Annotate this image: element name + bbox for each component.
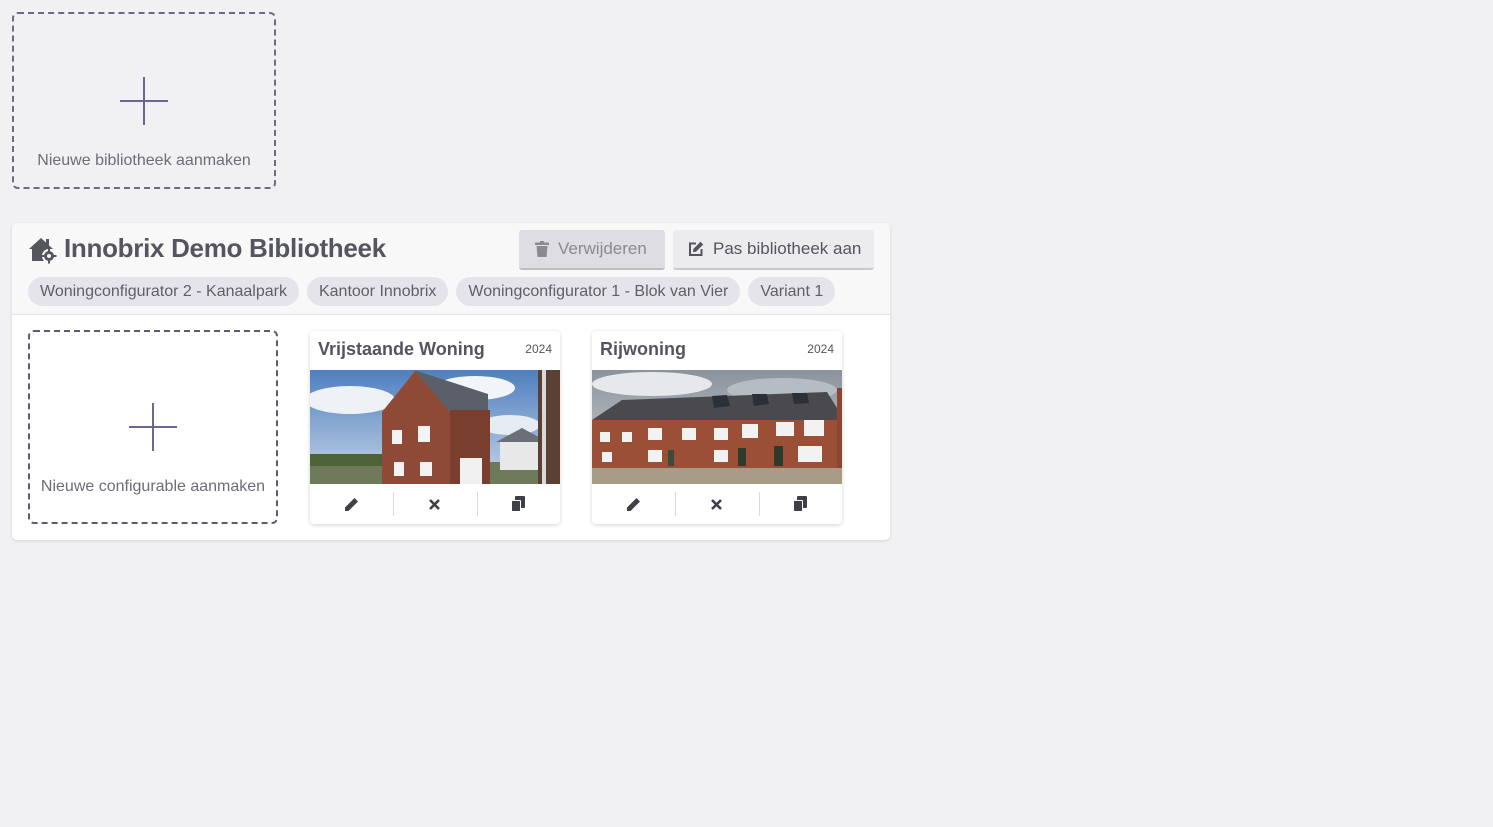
pencil-icon: [627, 497, 641, 511]
tag-item[interactable]: Woningconfigurator 2 - Kanaalpark: [28, 277, 299, 306]
delete-library-button[interactable]: Verwijderen: [519, 230, 665, 270]
edit-library-button[interactable]: Pas bibliotheek aan: [673, 230, 874, 270]
card-title[interactable]: Vrijstaande Woning: [318, 339, 485, 360]
edit-label: Pas bibliotheek aan: [713, 239, 862, 258]
new-library-tile[interactable]: Nieuwe bibliotheek aanmaken: [12, 12, 276, 189]
library-header: Innobrix Demo Bibliotheek Verwijderen Pa…: [12, 223, 890, 315]
pencil-icon: [345, 497, 359, 511]
edit-configurable-button[interactable]: [592, 484, 675, 524]
copy-configurable-button[interactable]: [758, 484, 842, 524]
plus-icon: [129, 403, 177, 451]
card-year: 2024: [807, 342, 834, 356]
house-gear-icon: [28, 236, 58, 264]
card-title[interactable]: Rijwoning: [600, 339, 686, 360]
card-year: 2024: [525, 342, 552, 356]
close-icon: [429, 498, 441, 510]
library-panel: Innobrix Demo Bibliotheek Verwijderen Pa…: [12, 223, 890, 540]
edit-configurable-button[interactable]: [310, 484, 393, 524]
trash-icon: [535, 241, 549, 257]
plus-icon: [120, 77, 168, 125]
copy-configurable-button[interactable]: [476, 484, 560, 524]
close-icon: [711, 498, 723, 510]
copy-icon: [511, 496, 526, 512]
tag-item[interactable]: Kantoor Innobrix: [306, 277, 449, 306]
delete-label: Verwijderen: [558, 239, 647, 258]
copy-icon: [793, 496, 808, 512]
delete-configurable-button[interactable]: [393, 484, 476, 524]
library-title: Innobrix Demo Bibliotheek: [64, 233, 386, 263]
new-library-label: Nieuwe bibliotheek aanmaken: [37, 152, 251, 169]
house-photo[interactable]: [310, 370, 560, 484]
tag-item[interactable]: Variant 1: [748, 277, 836, 306]
configurable-card: Vrijstaande Woning 2024: [310, 331, 560, 524]
delete-configurable-button[interactable]: [675, 484, 758, 524]
card-actions: [592, 484, 842, 524]
configurable-card: Rijwoning 2024: [592, 331, 842, 524]
house-photo[interactable]: [592, 370, 842, 484]
tag-list: Woningconfigurator 2 - Kanaalpark Kantoo…: [28, 277, 836, 306]
new-configurable-tile[interactable]: Nieuwe configurable aanmaken: [28, 330, 278, 524]
card-actions: [310, 484, 560, 524]
new-configurable-label: Nieuwe configurable aanmaken: [40, 478, 266, 495]
edit-icon: [689, 241, 704, 256]
tag-item[interactable]: Woningconfigurator 1 - Blok van Vier: [456, 277, 741, 306]
